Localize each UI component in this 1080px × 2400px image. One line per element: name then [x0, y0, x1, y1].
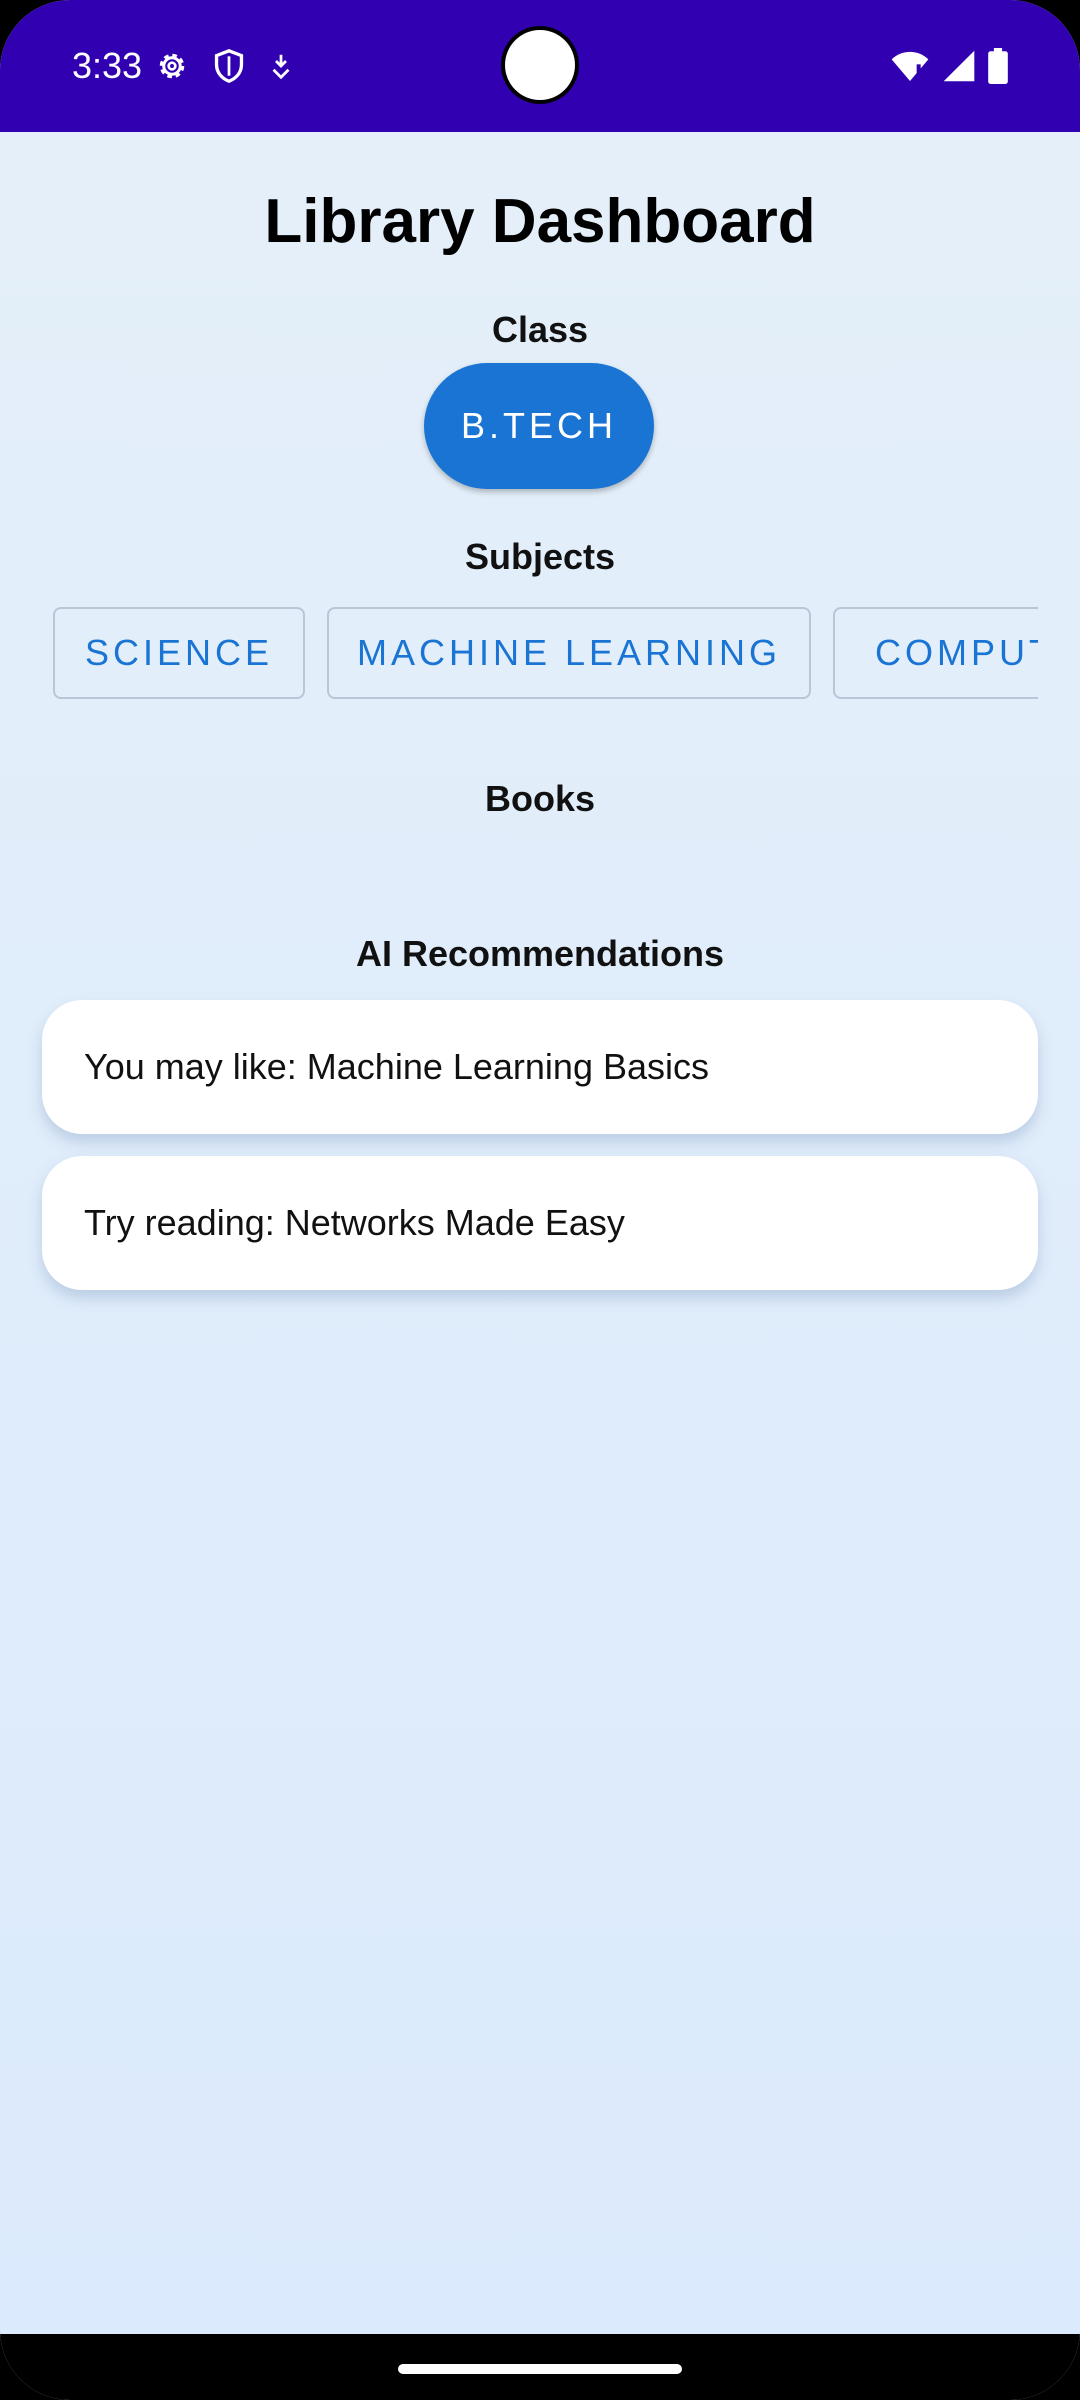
signal-icon: [942, 49, 976, 83]
camera-cutout: [505, 30, 575, 100]
shield-icon: [212, 48, 246, 84]
navigation-bar: [0, 2334, 1080, 2400]
battery-icon: [988, 48, 1008, 84]
class-chip-btech[interactable]: B.TECH: [424, 363, 654, 489]
settings-icon: [154, 48, 190, 84]
subjects-scroll-row[interactable]: SCIENCE MACHINE LEARNING COMPUT: [53, 607, 1038, 703]
recommendation-card[interactable]: Try reading: Networks Made Easy: [42, 1156, 1038, 1290]
subject-button-science[interactable]: SCIENCE: [53, 607, 305, 699]
download-icon: [268, 51, 294, 81]
status-icons-right: [890, 46, 1008, 86]
status-icons-left: [154, 46, 294, 86]
recommendation-text: Try reading: Networks Made Easy: [84, 1202, 625, 1243]
page-title: Library Dashboard: [264, 187, 816, 256]
class-label: Class: [491, 309, 589, 350]
subjects-label: Subjects: [464, 536, 616, 577]
subject-button-machine-learning[interactable]: MACHINE LEARNING: [327, 607, 811, 699]
books-label: Books: [484, 778, 596, 819]
phone-screen: 3:33 Library Dashboard Class B.TECH Subj…: [0, 0, 1080, 2400]
status-time: 3:33: [72, 45, 143, 86]
wifi-icon: [890, 49, 930, 83]
subject-button-computer[interactable]: COMPUT: [833, 607, 1038, 699]
recommendation-text: You may like: Machine Learning Basics: [84, 1046, 710, 1087]
home-gesture-handle[interactable]: [398, 2364, 682, 2374]
status-bar: 3:33: [0, 0, 1080, 132]
ai-recommendations-label: AI Recommendations: [355, 933, 725, 974]
library-dashboard: Library Dashboard Class B.TECH Subjects …: [0, 132, 1080, 2334]
recommendation-card[interactable]: You may like: Machine Learning Basics: [42, 1000, 1038, 1134]
